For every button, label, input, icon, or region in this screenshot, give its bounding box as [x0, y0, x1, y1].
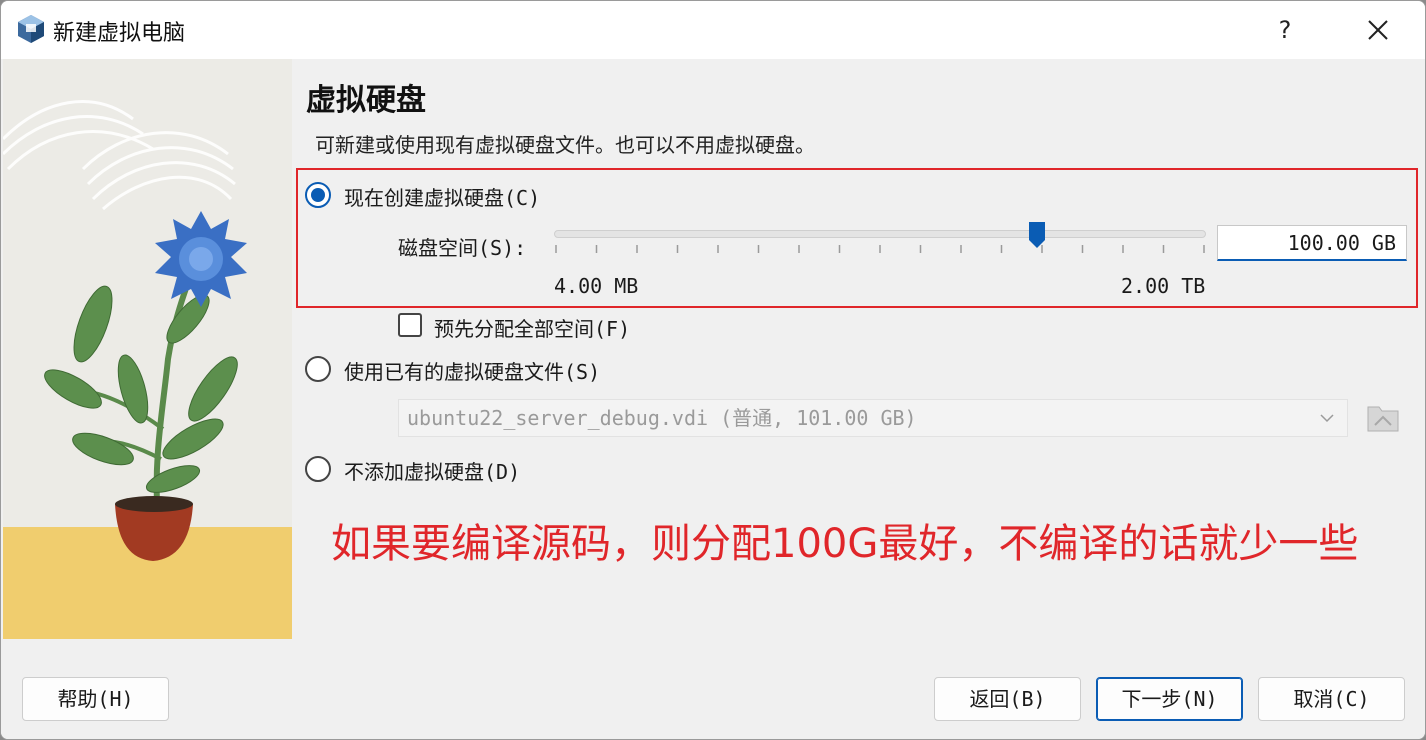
disk-size-label: 磁盘空间(S):: [398, 236, 527, 260]
preallocate-label[interactable]: 预先分配全部空间(F): [434, 313, 630, 342]
create-disk-radio[interactable]: [305, 182, 331, 208]
dialog-footer: 帮助(H) 返回(B) 下一步(N) 取消(C): [1, 657, 1425, 739]
disk-size-slider[interactable]: [554, 230, 1206, 238]
disk-size-input[interactable]: 100.00 GB: [1217, 225, 1407, 261]
use-existing-radio[interactable]: [305, 356, 331, 382]
flower-illustration: [3, 59, 292, 639]
slider-handle[interactable]: [1029, 222, 1045, 248]
chevron-down-icon: [1320, 414, 1334, 423]
cancel-button[interactable]: 取消(C): [1258, 677, 1405, 721]
no-disk-label[interactable]: 不添加虚拟硬盘(D): [344, 456, 520, 485]
page-heading: 虚拟硬盘: [306, 83, 426, 118]
no-disk-radio[interactable]: [305, 456, 331, 482]
next-button[interactable]: 下一步(N): [1096, 677, 1243, 721]
new-vm-dialog: 新建虚拟电脑 ? 虚拟硬盘 可新建或使用现有虚拟硬盘文件。也可以不用虚拟硬盘。 …: [0, 0, 1426, 740]
existing-disk-select[interactable]: ubuntu22_server_debug.vdi (普通, 101.00 GB…: [398, 399, 1348, 437]
page-description: 可新建或使用现有虚拟硬盘文件。也可以不用虚拟硬盘。: [315, 133, 815, 157]
help-question-button[interactable]: ?: [1263, 11, 1307, 49]
virtualbox-icon: [18, 15, 44, 43]
use-existing-label[interactable]: 使用已有的虚拟硬盘文件(S): [344, 356, 600, 385]
slider-ticks: [555, 245, 1205, 253]
existing-disk-value: ubuntu22_server_debug.vdi (普通, 101.00 GB…: [407, 406, 917, 430]
slider-min-label: 4.00 MB: [554, 274, 639, 298]
title-bar: 新建虚拟电脑 ?: [1, 1, 1425, 59]
window-title: 新建虚拟电脑: [53, 21, 186, 46]
help-button[interactable]: 帮助(H): [22, 677, 169, 721]
red-annotation-text: 如果要编译源码，则分配100G最好，不编译的话就少一些: [331, 521, 1359, 567]
folder-icon[interactable]: [1365, 399, 1401, 437]
back-button[interactable]: 返回(B): [934, 677, 1081, 721]
slider-max-label: 2.00 TB: [1121, 274, 1206, 298]
create-disk-label[interactable]: 现在创建虚拟硬盘(C): [344, 182, 540, 211]
preallocate-checkbox[interactable]: [398, 313, 422, 337]
close-icon[interactable]: [1356, 11, 1400, 49]
